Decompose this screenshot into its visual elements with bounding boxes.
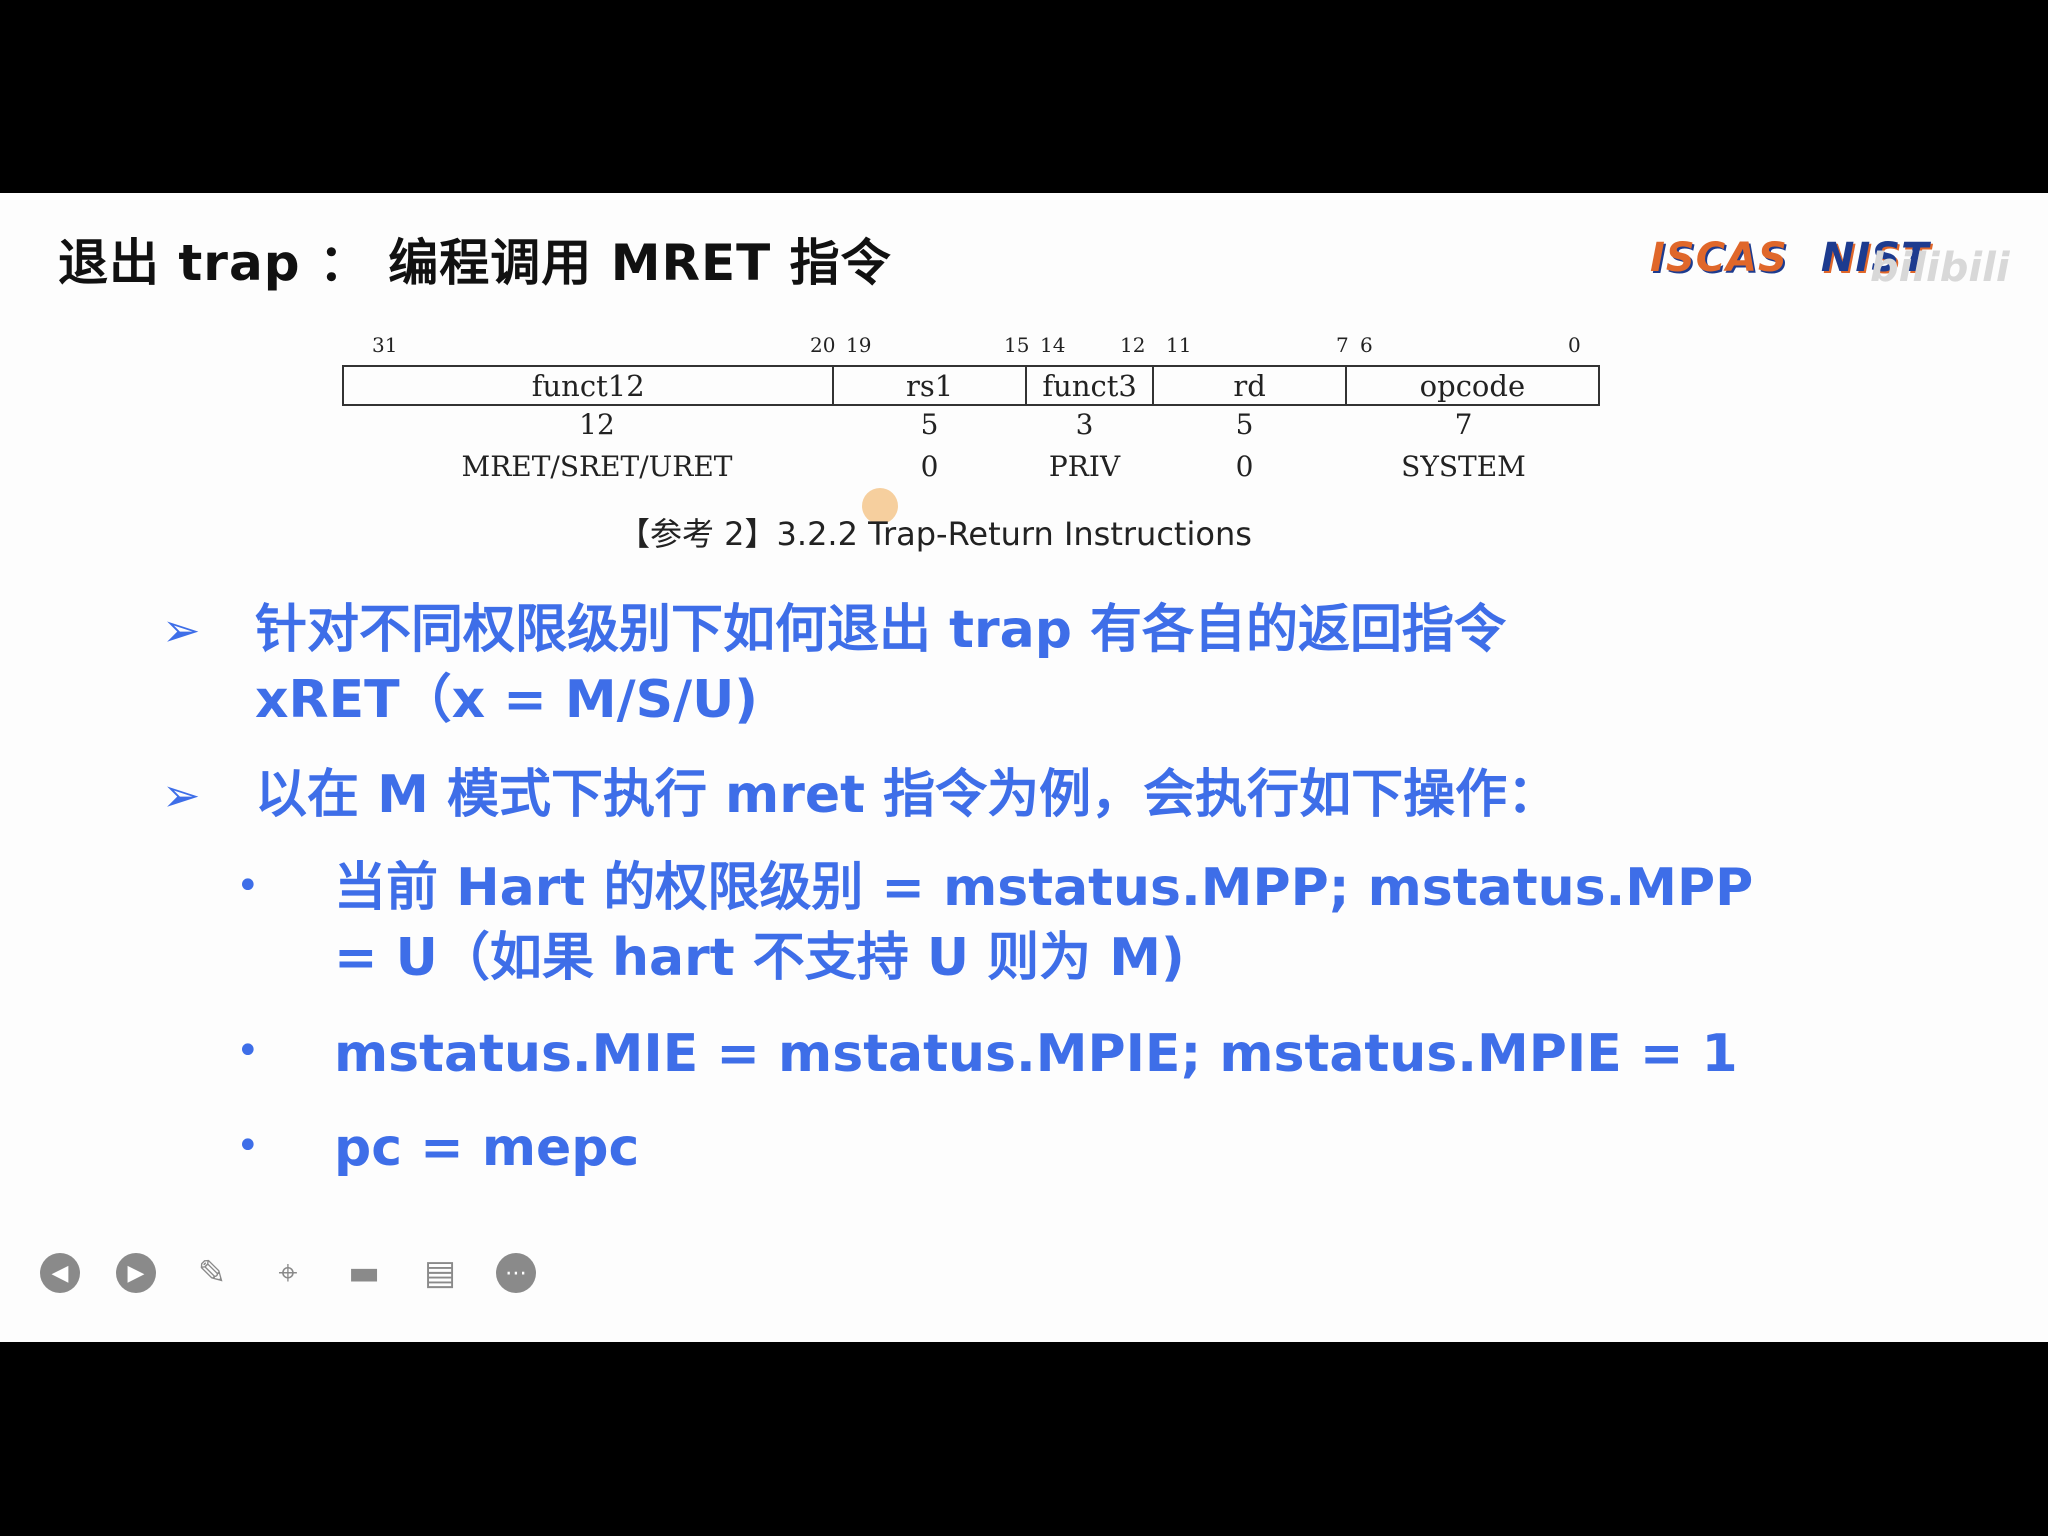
bit-label: 14	[1040, 333, 1066, 357]
iscas-logo: ISCAS	[1650, 235, 1788, 281]
bit-label: 11	[1166, 333, 1192, 357]
bit-label: 0	[1568, 333, 1581, 357]
more-icon[interactable]: ⋯	[496, 1253, 536, 1293]
comment-icon[interactable]: ▤	[420, 1253, 460, 1293]
bit-label: 15	[1004, 333, 1030, 357]
field-values: MRET/SRET/URET 0 PRIV 0 SYSTEM	[342, 450, 1600, 492]
sub-bullet-1-line-1: 当前 Hart 的权限级别 = mstatus.MPP; mstatus.MPP	[334, 858, 1754, 918]
width-cell: 5	[1235, 408, 1254, 441]
field-widths: 12 5 3 5 7	[342, 408, 1600, 450]
bit-label: 7	[1336, 333, 1349, 357]
screenshot-icon[interactable]: ⌖	[268, 1253, 308, 1293]
camera-icon[interactable]: ▬	[344, 1253, 384, 1293]
bullet-2: 以在 M 模式下执行 mret 指令为例，会执行如下操作：	[255, 765, 1560, 825]
bit-label: 12	[1120, 333, 1146, 357]
value-cell: 0	[920, 450, 939, 483]
sub-bullet-1-line-2: = U（如果 hart 不支持 U 则为 M)	[334, 928, 1185, 988]
bullet-1-line-2: xRET（x = M/S/U)	[255, 670, 759, 730]
bit-label: 19	[846, 333, 872, 357]
width-cell: 7	[1454, 408, 1473, 441]
sub-bullet-3: pc = mepc	[334, 1118, 640, 1178]
arrow-bullet-icon: ➢	[162, 768, 201, 822]
prev-icon[interactable]: ◀	[40, 1253, 80, 1293]
dot-bullet-icon: •	[236, 1123, 260, 1169]
value-cell: 0	[1235, 450, 1254, 483]
presentation-toolbar: ◀ ▶ ✎ ⌖ ▬ ▤ ⋯	[40, 1253, 536, 1293]
value-cell: PRIV	[1048, 450, 1121, 483]
instruction-format: 31 20 19 15 14 12 11 7 6 0 funct12 rs1 f…	[342, 333, 1600, 492]
width-cell: 12	[579, 408, 615, 441]
field-funct3: funct3	[1027, 367, 1155, 404]
slide: 退出 trap ： 编程调用 MRET 指令 ISCAS NIST bilibi…	[0, 193, 2048, 1342]
arrow-bullet-icon: ➢	[162, 603, 201, 657]
watermark: bilibili	[1870, 245, 2010, 291]
field-boxes: funct12 rs1 funct3 rd opcode	[342, 365, 1600, 406]
width-cell: 3	[1075, 408, 1094, 441]
field-rs1: rs1	[834, 367, 1027, 404]
field-rd: rd	[1154, 367, 1347, 404]
slide-title: 退出 trap ： 编程调用 MRET 指令	[58, 234, 892, 292]
pen-icon[interactable]: ✎	[192, 1253, 232, 1293]
bullet-1-line-1: 针对不同权限级别下如何退出 trap 有各自的返回指令	[255, 600, 1507, 660]
dot-bullet-icon: •	[236, 1028, 260, 1074]
dot-bullet-icon: •	[236, 863, 260, 909]
bit-labels: 31 20 19 15 14 12 11 7 6 0	[342, 333, 1600, 365]
bit-label: 31	[372, 333, 398, 357]
next-icon[interactable]: ▶	[116, 1253, 156, 1293]
width-cell: 5	[920, 408, 939, 441]
bit-label: 20	[810, 333, 836, 357]
field-funct12: funct12	[344, 367, 835, 404]
figure-caption: 【参考 2】3.2.2 Trap-Return Instructions	[618, 515, 1252, 553]
value-cell: SYSTEM	[1401, 450, 1526, 483]
value-cell: MRET/SRET/URET	[461, 450, 733, 483]
sub-bullet-2: mstatus.MIE = mstatus.MPIE; mstatus.MPIE…	[334, 1024, 1738, 1084]
field-opcode: opcode	[1419, 368, 1526, 403]
bit-label: 6	[1360, 333, 1373, 357]
